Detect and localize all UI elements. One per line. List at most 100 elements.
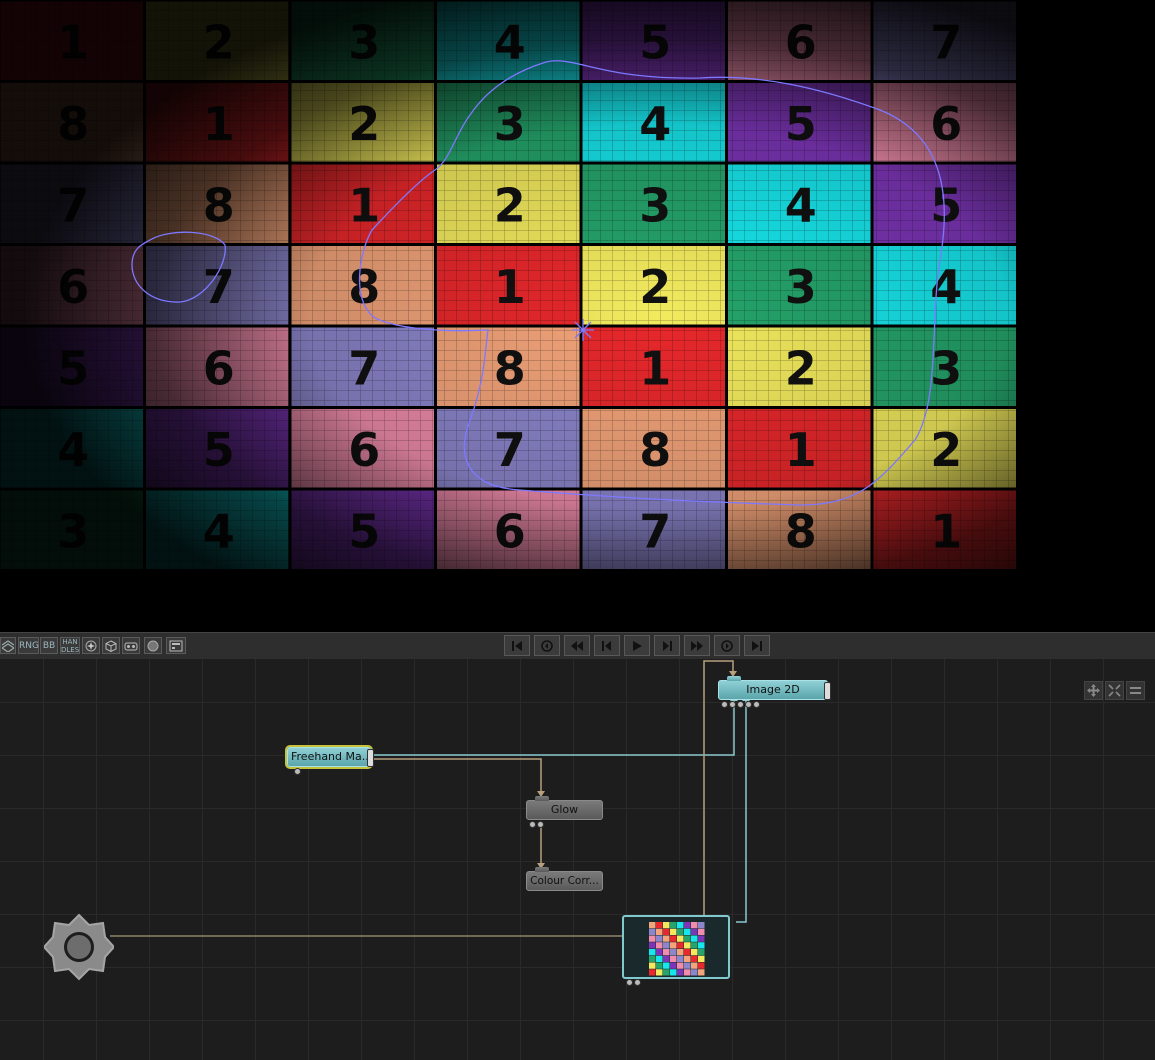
thumbnail-cell [698, 955, 705, 962]
image-2d-node[interactable]: Image 2D [718, 676, 831, 708]
image-thumbnail [649, 922, 705, 976]
thumbnail-cell [691, 935, 698, 942]
image-source-node[interactable] [622, 915, 730, 986]
thumbnail-cell [670, 969, 677, 976]
thumbnail-cell [677, 962, 684, 969]
thumbnail-cell [677, 949, 684, 956]
thumbnail-cell [670, 935, 677, 942]
fast-forward-icon[interactable] [684, 635, 710, 656]
thumbnail-cell [691, 949, 698, 956]
thumbnail-cell [677, 955, 684, 962]
thumbnail-cell [698, 922, 705, 929]
thumbnail-cell [684, 949, 691, 956]
thumbnail-cell [684, 935, 691, 942]
thumbnail-cell [656, 949, 663, 956]
input-port[interactable] [529, 821, 536, 828]
toolbar-button-handles[interactable]: HAN DLES [60, 637, 80, 654]
colour-correct-node[interactable]: Colour Corr... [526, 867, 603, 891]
thumbnail-cell [684, 928, 691, 935]
next-keyframe-icon[interactable] [714, 635, 740, 656]
input-port[interactable] [753, 701, 760, 708]
skip-to-start-icon[interactable] [504, 635, 530, 656]
thumbnail-cell [670, 928, 677, 935]
thumbnail-cell [691, 942, 698, 949]
pivot-icon[interactable] [572, 319, 594, 341]
input-port[interactable] [729, 701, 736, 708]
thumbnail-cell [684, 922, 691, 929]
wire-mask-to-glow [372, 758, 542, 795]
thumbnail-cell [649, 942, 656, 949]
node-tab [535, 796, 549, 801]
thumbnail-cell [656, 942, 663, 949]
thumbnail-cell [691, 962, 698, 969]
thumbnail-cell [677, 935, 684, 942]
thumbnail-cell [649, 969, 656, 976]
gear-icon[interactable] [44, 913, 114, 981]
thumbnail-cell [698, 969, 705, 976]
step-back-icon[interactable] [594, 635, 620, 656]
toolbar-button-label: RNG [19, 641, 39, 651]
thumbnail-cell [663, 928, 670, 935]
input-port[interactable] [737, 701, 744, 708]
freehand-mask-node-label: Freehand Ma... [291, 750, 373, 763]
sphere-icon[interactable] [144, 637, 162, 654]
glow-node-label: Glow [550, 803, 579, 816]
panel-icon[interactable] [166, 637, 186, 654]
previous-keyframe-icon[interactable] [534, 635, 560, 656]
skip-to-end-icon[interactable] [744, 635, 770, 656]
thumbnail-cell [677, 922, 684, 929]
toolbar-button-rng[interactable]: RNG [18, 637, 39, 654]
thumbnail-cell [698, 962, 705, 969]
thumbnail-cell [691, 955, 698, 962]
node-connections [110, 660, 750, 937]
vignette-overlay [0, 0, 1155, 632]
thumbnail-cell [649, 949, 656, 956]
vr-icon[interactable] [122, 637, 140, 654]
thumbnail-cell [677, 969, 684, 976]
step-forward-icon[interactable] [654, 635, 680, 656]
thumbnail-cell [691, 928, 698, 935]
thumbnail-cell [691, 969, 698, 976]
freehand-mask-node[interactable]: Freehand Ma... [287, 747, 374, 775]
thumbnail-cell [698, 935, 705, 942]
rewind-icon[interactable] [564, 635, 590, 656]
viewer-toolbar: RNG BB HAN DLES [0, 632, 1155, 660]
cube-icon[interactable] [102, 637, 120, 654]
play-icon[interactable] [624, 635, 650, 656]
node-endcap[interactable] [367, 749, 374, 767]
menu-icon[interactable] [1126, 681, 1145, 700]
image-2d-node-label: Image 2D [746, 683, 800, 696]
thumbnail-cell [684, 942, 691, 949]
node-ports [529, 821, 544, 828]
thumbnail-cell [698, 928, 705, 935]
input-port[interactable] [537, 821, 544, 828]
toolbar-button-bb[interactable]: BB [40, 637, 58, 654]
compositor-viewport[interactable]: 1234567881234567781234566781234556781234… [0, 0, 1155, 632]
input-port[interactable] [745, 701, 752, 708]
glow-node[interactable]: Glow [526, 796, 603, 828]
colour-correct-node-label: Colour Corr... [530, 875, 599, 887]
thumbnail-cell [663, 935, 670, 942]
node-ports [721, 701, 760, 708]
layers-icon[interactable] [0, 637, 16, 654]
input-port[interactable] [721, 701, 728, 708]
input-port[interactable] [294, 768, 301, 775]
thumbnail-cell [663, 969, 670, 976]
thumbnail-cell [656, 922, 663, 929]
thumbnail-cell [649, 955, 656, 962]
wire-mask-to-image2d [372, 699, 735, 756]
pivot-icon[interactable] [82, 637, 100, 654]
thumbnail-cell [677, 928, 684, 935]
thumbnail-cell [691, 922, 698, 929]
thumbnail-cell [656, 969, 663, 976]
thumbnail-cell [649, 922, 656, 929]
node-ports [294, 768, 301, 775]
move-icon[interactable] [1084, 681, 1103, 700]
viewport-canvas[interactable]: 1234567881234567781234566781234556781234… [0, 0, 1155, 632]
thumbnail-cell [656, 935, 663, 942]
node-endcap[interactable] [824, 682, 831, 700]
input-port[interactable] [634, 979, 641, 986]
input-port[interactable] [626, 979, 633, 986]
node-graph[interactable]: Image 2D Freehand Ma... Glow Colour Corr… [0, 659, 1155, 1060]
fit-icon[interactable] [1105, 681, 1124, 700]
